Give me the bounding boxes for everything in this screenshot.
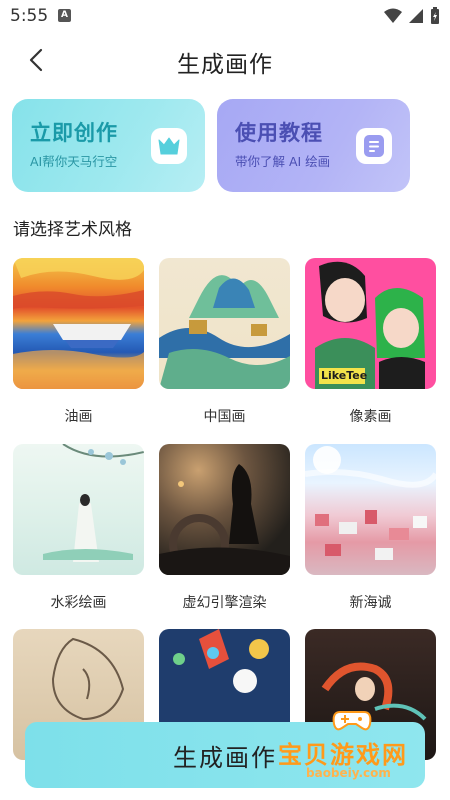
crown-icon xyxy=(151,128,187,164)
notification-icon: A xyxy=(58,9,71,22)
watercolor-thumbnail xyxy=(13,444,144,575)
oil-painting-thumbnail xyxy=(13,258,144,389)
style-tile-watercolor[interactable]: 水彩绘画 xyxy=(13,444,144,611)
unreal-engine-thumbnail xyxy=(159,444,290,575)
document-icon xyxy=(356,128,392,164)
style-label: 虚幻引擎渲染 xyxy=(182,595,267,611)
tutorial-subtitle: 带你了解 AI 绘画 xyxy=(235,154,331,169)
style-label: 油画 xyxy=(64,409,93,425)
style-label: 中国画 xyxy=(203,409,246,425)
style-tile-unreal-engine[interactable]: 虚幻引擎渲染 xyxy=(159,444,290,611)
chinese-painting-thumbnail xyxy=(159,258,290,389)
status-icons xyxy=(384,7,440,25)
generate-artwork-button[interactable]: 生成画作 xyxy=(25,722,425,788)
create-now-subtitle: AI帮你天马行空 xyxy=(30,154,118,169)
style-label: 水彩绘画 xyxy=(50,595,107,611)
style-tile-makoto-shinkai[interactable]: 新海诚 xyxy=(305,444,436,611)
signal-icon xyxy=(409,9,423,23)
battery-icon xyxy=(431,7,439,24)
style-tile-chinese-painting[interactable]: 中国画 xyxy=(159,258,290,425)
status-time: 5:55 xyxy=(10,6,49,26)
create-now-title: 立即创作 xyxy=(30,121,118,145)
art-style-section-title: 请选择艺术风格 xyxy=(13,220,132,240)
style-tile-oil-painting[interactable]: 油画 xyxy=(13,258,144,425)
page-title: 生成画作 xyxy=(177,52,273,78)
makoto-shinkai-thumbnail xyxy=(305,444,436,575)
app-header: 生成画作 xyxy=(0,32,450,88)
create-now-card[interactable]: 立即创作 AI帮你天马行空 xyxy=(12,99,205,192)
pixel-art-caption: LikeTee xyxy=(321,369,368,382)
style-tile-pixel-art[interactable]: LikeTee 像素画 xyxy=(305,258,436,425)
tutorial-title: 使用教程 xyxy=(235,121,323,145)
status-bar: 5:55 A xyxy=(0,0,450,32)
pixel-art-thumbnail: LikeTee xyxy=(305,258,436,389)
style-label: 像素画 xyxy=(349,409,392,425)
wifi-icon xyxy=(384,8,402,23)
style-label: 新海诚 xyxy=(349,595,392,611)
tutorial-card[interactable]: 使用教程 带你了解 AI 绘画 xyxy=(217,99,410,192)
